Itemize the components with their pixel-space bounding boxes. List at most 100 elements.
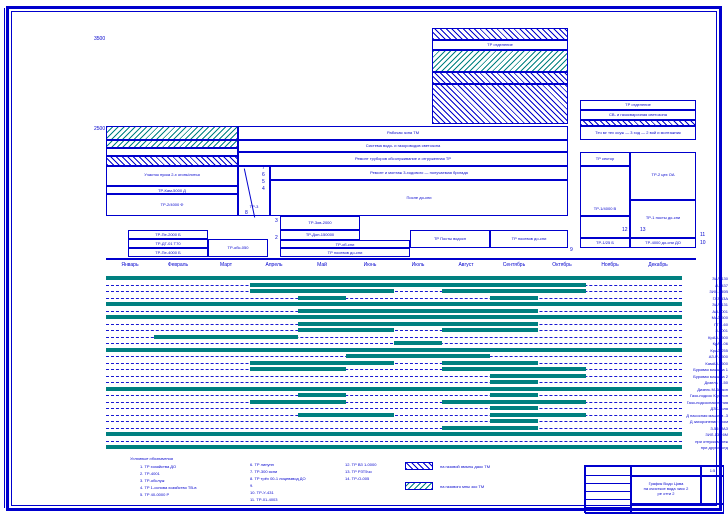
gantt-bar <box>442 361 538 365</box>
title-block: График Водо Цова на очисткое вода чисс 2… <box>584 465 724 513</box>
left-margin-ticks: for(let i=0;i<25;i++)document.write('<di… <box>0 0 14 517</box>
upper-baseline <box>106 258 696 260</box>
gantt-bar <box>490 393 538 397</box>
gantt-bar <box>442 328 538 332</box>
legend-item: 6. ТР линупн <box>250 462 274 467</box>
gantt-bar <box>490 413 586 417</box>
box-left-sm1 <box>106 148 238 156</box>
box-top-right: ТР отделение <box>432 40 568 50</box>
box-right3: Теч мг тех осуж — 3 ход — 2 вой и монтаж… <box>580 126 696 140</box>
box-right4: ТР сектор <box>580 152 630 166</box>
legend-swatch-2 <box>405 482 433 490</box>
callout-11: 11 <box>700 232 705 238</box>
box-left-hatch1 <box>106 126 238 140</box>
month-label: Декабрь <box>648 262 668 268</box>
box-left-hatch3 <box>106 156 238 166</box>
y-scale-top: 3500 <box>94 36 105 42</box>
gantt-bar <box>442 400 586 404</box>
gantt-row-line <box>106 402 682 403</box>
tb-r2 <box>701 476 724 504</box>
legend-item: 10. ТР-У-431 <box>250 490 274 495</box>
legend-item: 14. ТР-О-005 <box>345 476 369 481</box>
legend-swatch-2-label: на газового мны зоо ТМ <box>440 484 484 489</box>
box-top-right-hatch <box>432 50 568 72</box>
gantt-row-line <box>106 376 682 377</box>
legend-item: 3. ТР-обслуж <box>140 478 164 483</box>
gantt-row-line <box>106 408 682 409</box>
gantt-row-line <box>106 428 682 429</box>
box-right-tb: ТР-1/4000 В <box>580 166 630 216</box>
gantt-bar <box>490 419 538 423</box>
gantt-bar <box>298 328 394 332</box>
gantt-row-line <box>106 395 682 396</box>
callout-5: 5 <box>262 179 265 185</box>
box-sl3: ТР-Пе-4000 Б <box>128 248 208 257</box>
box-sl2: ТР-ДГ-01 Т70 <box>128 239 208 248</box>
box-right2: СВ- и газосварочная светозона <box>580 110 696 120</box>
gantt-bar <box>250 361 394 365</box>
month-label: Ноябрь <box>601 262 618 268</box>
month-label: Июль <box>412 262 425 268</box>
gantt-bar <box>442 367 586 371</box>
box-top-right-header <box>432 28 568 40</box>
month-label: Март <box>220 262 232 268</box>
legend-item: 13. ТР РЗТ5чо <box>345 469 372 474</box>
box-mid-big: После до-спи <box>270 180 568 216</box>
gantt-bar <box>490 380 538 384</box>
month-label: Апрель <box>266 262 283 268</box>
callout-4: 4 <box>262 186 265 192</box>
legend-item: 5. ТР 40-0000 Р <box>140 492 169 497</box>
gantt-bar <box>346 354 490 358</box>
callout-7: 7 <box>262 165 265 171</box>
legend-item: 11. ТР-01-4003 <box>250 497 278 502</box>
gantt-bar <box>106 445 682 449</box>
legend-item: 12. ТР ВЗ 1-0000 <box>345 462 376 467</box>
month-label: Январь <box>121 262 138 268</box>
gantt-bar <box>106 276 682 280</box>
gantt-row-line <box>106 330 682 331</box>
gantt-bar <box>298 393 346 397</box>
legend-item: 8. ТР трёх 00-1 лицевзвод ДО <box>250 476 306 481</box>
gantt-bar <box>250 289 394 293</box>
callout-2: 2 <box>275 235 278 241</box>
box-small-tpo: ТР-3 <box>238 166 270 216</box>
tb-scale: 1:5 <box>701 466 724 476</box>
month-label: Октябрь <box>552 262 571 268</box>
box-long1: Рабочая зона ТМ <box>238 126 568 140</box>
legend-swatch-1 <box>405 462 433 470</box>
callout-13: 13 <box>640 227 646 233</box>
gantt-bar <box>154 335 298 339</box>
gantt-row-line <box>106 291 682 292</box>
gantt-row-line <box>106 421 682 422</box>
gantt-bar <box>106 302 682 306</box>
gantt-bar <box>490 374 586 378</box>
gantt-bar <box>442 426 538 430</box>
tb-title: График Водо Цова на очисткое вода чисс 2… <box>631 476 701 504</box>
callout-6: 6 <box>262 172 265 178</box>
callout-3: 3 <box>275 218 278 224</box>
legend-item: 9. <box>250 483 253 488</box>
month-label: Август <box>458 262 473 268</box>
callout-10: 10 <box>700 240 706 246</box>
gantt-bar <box>490 406 538 410</box>
gantt-bar <box>250 367 346 371</box>
box-right-tc: ТР-2 цех ОА <box>630 152 696 200</box>
box-small1: Участок пуска 2-х огонь/литья <box>106 166 238 186</box>
gantt-bar <box>250 400 346 404</box>
box-small7: ТР-1/25 Б <box>580 238 630 248</box>
box-mid1: ТР-3ов-2000 <box>280 216 360 230</box>
box-sl4: ТР-обс-050 <box>208 239 268 257</box>
callout-9: 9 <box>570 247 573 253</box>
gantt-bar <box>106 348 682 352</box>
gantt-row-line <box>106 415 682 416</box>
box-small1a: ТР-Кам-5000 Д <box>106 186 238 194</box>
tb-left <box>585 466 631 514</box>
box-mid5a: ТР посевов до-спи <box>280 248 410 257</box>
box-long3: Ремонт труборов обсолуживание и отгружен… <box>238 152 568 166</box>
box-mid5: ТР посевов до-спи <box>490 230 568 248</box>
box-top-right-hatch2 <box>432 72 568 84</box>
legend-item: 2. ТР-4001 <box>140 471 160 476</box>
legend-swatch-1-label: на газовой ямъны даос ТМ <box>440 464 490 469</box>
gantt-bar <box>106 387 682 391</box>
month-label: Май <box>317 262 327 268</box>
